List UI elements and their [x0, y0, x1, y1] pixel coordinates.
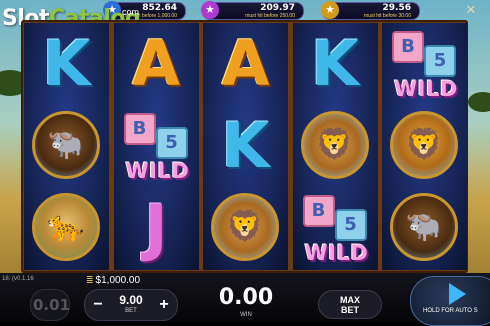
symbol-wild: B 5 WILD: [382, 23, 467, 105]
jackpot-minor-value: 29.56: [382, 3, 411, 13]
symbol-letter-text: K: [42, 27, 91, 100]
wild-text: WILD: [125, 159, 190, 183]
bet-label: BET: [125, 308, 137, 314]
jackpot-major-caption: must hit before 250.00: [245, 13, 295, 19]
leopard-glyph-icon: 🐆: [47, 210, 85, 243]
coin-stack-icon: ≣: [86, 275, 94, 285]
buffalo-glyph-icon: 🐃: [405, 210, 443, 243]
symbol-letter-text: A: [221, 27, 270, 100]
bet-control: − 9.00 BET +: [84, 289, 178, 321]
symbol-wild: B 5 WILD: [293, 187, 378, 269]
max-bet-line1: MAX: [340, 295, 360, 305]
symbol-buffalo: 🐃: [24, 105, 109, 187]
jackpot-major-value: 209.97: [260, 3, 295, 13]
wild-block-b: B: [392, 31, 424, 63]
tree-right: [468, 92, 490, 112]
watermark-com: com: [122, 7, 140, 17]
symbol-letter: K: [203, 105, 288, 187]
bet-increase-button[interactable]: +: [156, 297, 172, 313]
play-spin-icon: [449, 283, 466, 305]
wild-block-b: B: [302, 195, 335, 227]
symbol-buffalo: 🐃: [382, 187, 467, 269]
control-bar: 18: (v0.1.16 ≣ $1,000.00 0.01 − 9.00 BET …: [0, 273, 490, 326]
game-version: 18: (v0.1.16: [2, 276, 34, 282]
symbol-letter-text: K: [310, 27, 360, 100]
lion-icon: 🦁: [390, 111, 458, 179]
wild-block-5: 5: [155, 127, 188, 159]
win-value: 0.00: [218, 285, 274, 310]
symbol-wild: B 5 WILD: [114, 105, 199, 187]
lion-glyph-icon: 🦁: [405, 128, 443, 161]
symbol-lion: 🦁: [382, 105, 467, 187]
buffalo-icon: 🐃: [32, 111, 100, 179]
cubs-icon: 🦁: [300, 111, 369, 179]
leopard-icon: 🐆: [32, 193, 100, 261]
symbol-letter: J: [114, 187, 199, 269]
reel-5: B 5 WILD 🦁 🐃: [382, 23, 467, 270]
reel-3: A K 🦁: [203, 23, 288, 270]
wild-block-5: 5: [334, 209, 367, 241]
symbol-letter-text: K: [221, 109, 270, 182]
max-bet-line2: BET: [341, 305, 359, 315]
buffalo-glyph-icon: 🐃: [47, 128, 85, 161]
jackpot-minor-caption: must hit before 30.00: [364, 13, 411, 19]
reel-4: K 🦁 B 5 WILD: [292, 23, 378, 270]
symbol-cubs: 🦁: [203, 187, 288, 269]
symbol-letter-text: J: [144, 191, 168, 264]
jackpot-minor-star-icon: ★: [321, 1, 339, 19]
bet-decrease-button[interactable]: −: [90, 297, 106, 313]
coin-value: 0.01: [33, 296, 71, 314]
wild-text: WILD: [304, 241, 369, 265]
wild-block-5: 5: [424, 45, 456, 77]
coin-value-button[interactable]: 0.01: [30, 289, 70, 321]
symbol-leopard: 🐆: [24, 187, 109, 269]
symbol-letter: K: [24, 23, 109, 105]
close-x-icon[interactable]: ✕: [464, 3, 478, 17]
balance: ≣ $1,000.00: [86, 275, 140, 286]
bet-value: 9.00: [119, 293, 143, 307]
cubs-glyph-icon: 🦁: [226, 210, 264, 243]
jackpot-major: ★ 209.97 must hit before 250.00: [201, 1, 304, 20]
jackpot-major-star-icon: ★: [201, 1, 219, 19]
symbol-letter: K: [293, 23, 378, 105]
cubs-icon: 🦁: [211, 193, 279, 261]
win-label: WIN: [240, 312, 252, 318]
max-bet-button[interactable]: MAX BET: [318, 290, 382, 319]
reel-2: A B 5 WILD J: [113, 23, 199, 270]
jackpot-grand-value: 852.64: [142, 3, 177, 13]
wild-block-b: B: [123, 113, 156, 145]
cubs-glyph-icon: 🦁: [315, 128, 354, 161]
reel-1: K 🐃 🐆: [24, 23, 109, 270]
symbol-cubs: 🦁: [293, 105, 378, 187]
buffalo-icon: 🐃: [390, 193, 458, 261]
spin-button[interactable]: HOLD FOR AUTO S: [410, 276, 490, 326]
savanna-background: ★ 852.64 must hit before 1,000.00 ★ 209.…: [0, 0, 490, 326]
symbol-letter: A: [203, 23, 288, 105]
reels-frame: K 🐃 🐆 A B 5 WILD J A K 🦁 K 🦁 B 5 WILD B 5 WILD 🦁 🐃: [21, 20, 468, 273]
wild-text: WILD: [394, 77, 458, 101]
balance-value: $1,000.00: [95, 275, 141, 286]
symbol-letter-text: A: [132, 27, 180, 100]
jackpot-minor: ★ 29.56 must hit before 30.00: [321, 1, 420, 20]
spin-label: HOLD FOR AUTO S: [423, 308, 478, 314]
symbol-letter: A: [114, 23, 199, 105]
